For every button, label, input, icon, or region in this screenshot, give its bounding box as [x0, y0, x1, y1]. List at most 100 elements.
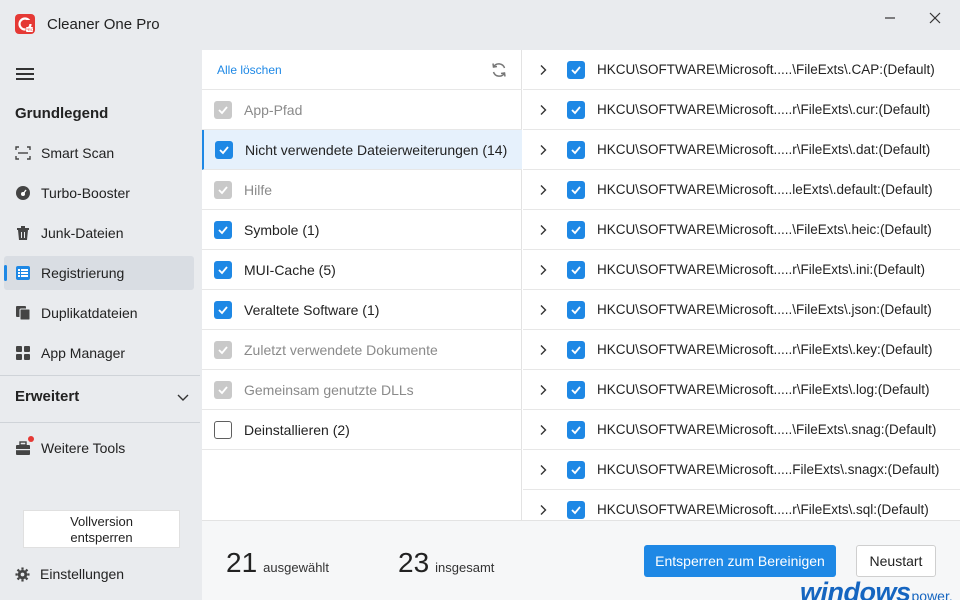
checkbox-checked[interactable]: [567, 220, 585, 239]
sidebar-item-duplicates[interactable]: Duplikatdateien: [4, 296, 194, 330]
unlock-label-line1: Vollversion: [70, 514, 133, 529]
checkbox-checked[interactable]: [215, 140, 233, 159]
checkbox-checked[interactable]: [214, 300, 232, 319]
apps-grid-icon: [15, 345, 31, 361]
registry-icon: [15, 265, 31, 281]
unlock-full-version-button[interactable]: Vollversion entsperren: [23, 510, 180, 548]
registry-entry-row[interactable]: HKCU\SOFTWARE\Microsoft.....r\FileExts\.…: [523, 250, 960, 290]
registry-entry-row[interactable]: HKCU\SOFTWARE\Microsoft.....r\FileExts\.…: [523, 130, 960, 170]
sidebar-item-app-manager[interactable]: App Manager: [4, 336, 194, 370]
total-stat: 23 insgesamt: [398, 547, 494, 579]
chevron-right-icon[interactable]: [537, 104, 549, 116]
sidebar-item-more-tools[interactable]: Weitere Tools: [4, 431, 194, 465]
chevron-right-icon[interactable]: [537, 344, 549, 356]
chevron-right-icon[interactable]: [537, 184, 549, 196]
category-item-unused-extensions[interactable]: Nicht verwendete Dateierweiterungen (14): [202, 130, 522, 170]
minimize-icon[interactable]: [875, 8, 905, 28]
category-list: Alle löschen App-Pfad Nicht verwendete D…: [202, 50, 522, 520]
registry-entry-row[interactable]: HKCU\SOFTWARE\Microsoft.....\FileExts\.h…: [523, 210, 960, 250]
checkbox-checked[interactable]: [567, 140, 585, 159]
divider: [0, 422, 200, 423]
registry-entry-row[interactable]: HKCU\SOFTWARE\Microsoft.....r\FileExts\.…: [523, 330, 960, 370]
watermark-sub: power.: [911, 588, 953, 600]
chevron-right-icon[interactable]: [537, 464, 549, 476]
chevron-right-icon[interactable]: [537, 424, 549, 436]
checkbox-checked[interactable]: [567, 260, 585, 279]
chevron-right-icon[interactable]: [537, 224, 549, 236]
checkbox-disabled: [214, 380, 232, 399]
category-item-uninstall[interactable]: Deinstallieren (2): [202, 410, 522, 450]
title-bar: PRO Cleaner One Pro: [0, 0, 960, 48]
checkbox-checked[interactable]: [567, 380, 585, 399]
chevron-right-icon[interactable]: [537, 264, 549, 276]
checkbox-checked[interactable]: [214, 220, 232, 239]
sidebar-item-label: Junk-Dateien: [41, 225, 124, 241]
category-item-help[interactable]: Hilfe: [202, 170, 522, 210]
category-label: Veraltete Software (1): [244, 301, 380, 318]
checkbox-checked[interactable]: [567, 340, 585, 359]
registry-entry-row[interactable]: HKCU\SOFTWARE\Microsoft.....\FileExts\.C…: [523, 50, 960, 90]
chevron-right-icon[interactable]: [537, 144, 549, 156]
sidebar: Grundlegend Smart Scan Turbo-Booster Jun…: [0, 48, 200, 600]
category-item-shared-dlls[interactable]: Gemeinsam genutzte DLLs: [202, 370, 522, 410]
sidebar-item-smart-scan[interactable]: Smart Scan: [4, 136, 194, 170]
category-label: Gemeinsam genutzte DLLs: [244, 381, 414, 398]
checkbox-disabled: [214, 180, 232, 199]
checkbox-checked[interactable]: [567, 460, 585, 479]
selected-label: ausgewählt: [263, 560, 329, 575]
watermark-main: windows: [800, 577, 911, 600]
category-item-app-path[interactable]: App-Pfad: [202, 90, 522, 130]
registry-entry-row[interactable]: HKCU\SOFTWARE\Microsoft.....\FileExts\.j…: [523, 290, 960, 330]
registry-entry-path: HKCU\SOFTWARE\Microsoft.....r\FileExts\.…: [597, 142, 931, 157]
checkbox-checked[interactable]: [567, 420, 585, 439]
registry-entry-path: HKCU\SOFTWARE\Microsoft.....r\FileExts\.…: [597, 102, 931, 117]
registry-entry-path: HKCU\SOFTWARE\Microsoft.....r\FileExts\.…: [597, 342, 933, 357]
close-icon[interactable]: [920, 8, 950, 28]
registry-entry-path: HKCU\SOFTWARE\Microsoft.....r\FileExts\.…: [597, 502, 929, 517]
checkbox-disabled: [214, 100, 232, 119]
sidebar-item-label: Weitere Tools: [41, 440, 126, 456]
chevron-right-icon[interactable]: [537, 384, 549, 396]
checkbox-checked[interactable]: [567, 180, 585, 199]
checkbox-unchecked[interactable]: [214, 420, 232, 439]
checkbox-checked[interactable]: [567, 100, 585, 119]
category-item-obsolete-software[interactable]: Veraltete Software (1): [202, 290, 522, 330]
registry-entry-path: HKCU\SOFTWARE\Microsoft.....\FileExts\.s…: [597, 422, 937, 437]
registry-entry-row[interactable]: HKCU\SOFTWARE\Microsoft.....\FileExts\.s…: [523, 410, 960, 450]
sidebar-item-turbo-booster[interactable]: Turbo-Booster: [4, 176, 194, 210]
category-item-icons[interactable]: Symbole (1): [202, 210, 522, 250]
watermark: windows power.: [800, 577, 953, 600]
settings-button[interactable]: Einstellungen: [15, 566, 124, 582]
registry-entry-row[interactable]: HKCU\SOFTWARE\Microsoft.....r\FileExts\.…: [523, 490, 960, 520]
chevron-down-icon: [177, 394, 189, 401]
svg-text:PRO: PRO: [25, 27, 34, 32]
category-item-recent-documents[interactable]: Zuletzt verwendete Dokumente: [202, 330, 522, 370]
checkbox-checked[interactable]: [567, 500, 585, 519]
checkbox-checked[interactable]: [567, 300, 585, 319]
registry-entry-row[interactable]: HKCU\SOFTWARE\Microsoft.....r\FileExts\.…: [523, 370, 960, 410]
chevron-right-icon[interactable]: [537, 504, 549, 516]
category-list-header: Alle löschen: [202, 50, 522, 90]
sidebar-item-registry[interactable]: Registrierung: [4, 256, 194, 290]
toolbox-icon: [15, 436, 34, 456]
sidebar-item-label: Turbo-Booster: [41, 185, 130, 201]
checkbox-checked[interactable]: [567, 60, 585, 79]
chevron-right-icon[interactable]: [537, 304, 549, 316]
registry-entry-row[interactable]: HKCU\SOFTWARE\Microsoft.....r\FileExts\.…: [523, 90, 960, 130]
category-item-mui-cache[interactable]: MUI-Cache (5): [202, 250, 522, 290]
checkbox-checked[interactable]: [214, 260, 232, 279]
sidebar-item-label: Registrierung: [41, 265, 125, 281]
sidebar-item-junk-files[interactable]: Junk-Dateien: [4, 216, 194, 250]
registry-entry-row[interactable]: HKCU\SOFTWARE\Microsoft.....leExts\.defa…: [523, 170, 960, 210]
notification-dot: [28, 436, 34, 442]
restart-button[interactable]: Neustart: [856, 545, 936, 577]
category-label: Nicht verwendete Dateierweiterungen (14): [245, 141, 508, 158]
chevron-right-icon[interactable]: [537, 64, 549, 76]
section-advanced-toggle[interactable]: Erweitert: [15, 388, 190, 405]
menu-icon[interactable]: [16, 68, 34, 80]
registry-entry-row[interactable]: HKCU\SOFTWARE\Microsoft.....FileExts\.sn…: [523, 450, 960, 490]
app-logo-icon: PRO: [15, 14, 35, 34]
refresh-icon[interactable]: [490, 61, 508, 79]
clear-all-link[interactable]: Alle löschen: [217, 63, 282, 77]
unlock-to-clean-button[interactable]: Entsperren zum Bereinigen: [644, 545, 836, 577]
